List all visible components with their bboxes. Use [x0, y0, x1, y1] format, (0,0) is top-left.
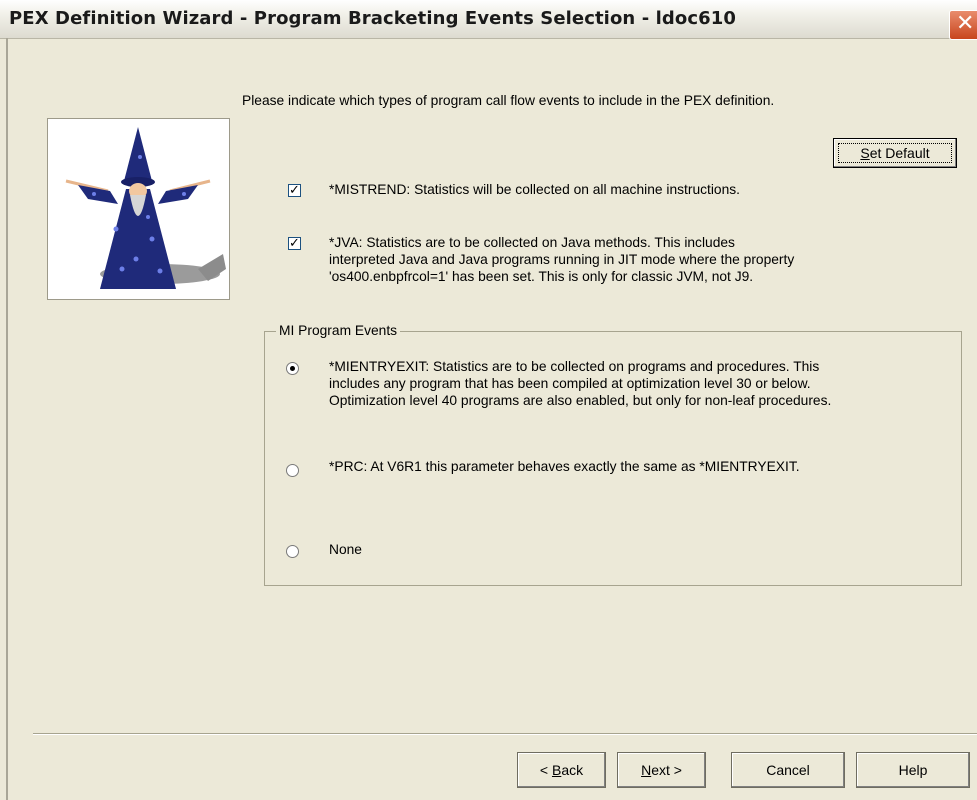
- jva-label-line1: *JVA: Statistics are to be collected on …: [329, 235, 735, 250]
- prc-label: *PRC: At V6R1 this parameter behaves exa…: [329, 459, 800, 474]
- focus-rectangle: [838, 143, 952, 163]
- jva-checkbox[interactable]: ✓: [288, 237, 301, 250]
- title-bar[interactable]: PEX Definition Wizard - Program Bracketi…: [0, 0, 977, 40]
- none-label: None: [329, 542, 362, 557]
- jva-label-line2: interpreted Java and Java programs runni…: [329, 252, 795, 267]
- back-mnemonic: B: [551, 762, 562, 778]
- jva-label-line3: 'os400.enbpfrcol=1' has been set. This i…: [329, 269, 754, 284]
- prc-radio[interactable]: [286, 464, 299, 477]
- help-button[interactable]: Help: [856, 752, 970, 788]
- mientryexit-label-line3: Optimization level 40 programs are also …: [329, 393, 832, 408]
- wizard-illustration-frame: [47, 118, 230, 300]
- next-mnemonic: N: [641, 762, 652, 778]
- mistrend-checkbox[interactable]: ✓: [288, 184, 301, 197]
- window-title: PEX Definition Wizard - Program Bracketi…: [9, 8, 736, 29]
- mistrend-label: *MISTREND: Statistics will be collected …: [329, 182, 740, 197]
- footer-separator: [33, 733, 977, 735]
- wizard-mascot-icon: [65, 127, 226, 289]
- cancel-button[interactable]: Cancel: [731, 752, 845, 788]
- next-label: ext >: [651, 762, 682, 778]
- next-button[interactable]: Next >: [617, 752, 706, 788]
- intro-text: Please indicate which types of program c…: [242, 93, 775, 108]
- mientryexit-label-line1: *MIENTRYEXIT: Statistics are to be colle…: [329, 359, 820, 374]
- back-prefix: <: [539, 762, 552, 778]
- back-button[interactable]: < Back: [517, 752, 606, 788]
- radio-selected-dot: [290, 366, 295, 371]
- none-radio[interactable]: [286, 545, 299, 558]
- back-label: ack: [561, 762, 584, 778]
- close-button[interactable]: ✕: [949, 10, 977, 40]
- mientryexit-label-line2: includes any program that has been compi…: [329, 376, 811, 391]
- mientryexit-radio[interactable]: [286, 362, 299, 375]
- set-default-button[interactable]: Set Default: [833, 138, 957, 168]
- mi-program-events-legend: MI Program Events: [276, 323, 401, 338]
